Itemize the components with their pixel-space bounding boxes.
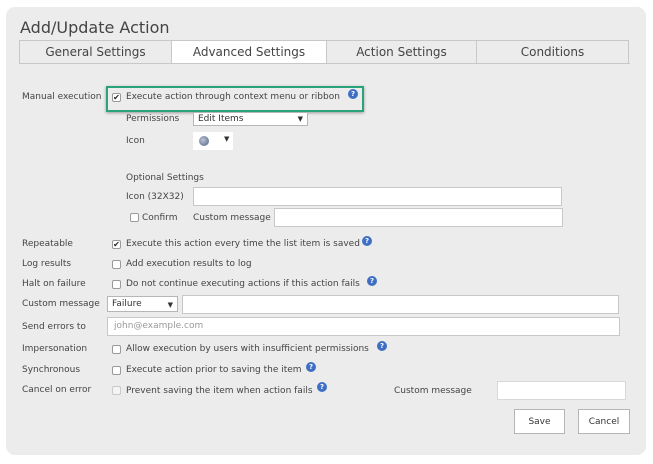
permissions-value: Edit Items <box>198 114 244 124</box>
help-icon[interactable]: ? <box>367 276 377 286</box>
manual-execution-label: Manual execution <box>22 92 102 102</box>
synchronous-text: Execute action prior to saving the item <box>126 365 302 375</box>
cancel-on-error-label: Cancel on error <box>22 385 92 395</box>
cancel-on-error-custom-message-label: Custom message <box>394 386 472 396</box>
icon-picker[interactable]: ▼ <box>193 132 233 150</box>
help-icon[interactable]: ? <box>348 89 358 99</box>
custom-message-input[interactable] <box>182 295 619 314</box>
impersonation-label: Impersonation <box>22 344 88 354</box>
icon32-label: Icon (32X32) <box>126 192 184 202</box>
help-icon[interactable]: ? <box>362 236 372 246</box>
log-results-checkbox[interactable] <box>112 260 121 269</box>
confirm-custom-message-input[interactable] <box>274 208 563 227</box>
permissions-select[interactable]: Edit Items ▼ <box>193 112 308 126</box>
confirm-checkbox[interactable] <box>130 213 139 222</box>
send-errors-label: Send errors to <box>22 322 86 332</box>
tab-action-settings[interactable]: Action Settings <box>326 40 477 64</box>
tab-conditions[interactable]: Conditions <box>476 40 629 64</box>
icon-label: Icon <box>126 136 145 146</box>
confirm-custom-message-label: Custom message <box>193 213 271 223</box>
help-icon[interactable]: ? <box>306 362 316 372</box>
log-results-label: Log results <box>22 259 72 269</box>
halt-on-failure-label: Halt on failure <box>22 279 86 289</box>
chevron-down-icon: ▼ <box>167 301 173 309</box>
impersonation-text: Allow execution by users with insufficie… <box>126 344 369 354</box>
cancel-on-error-text: Prevent saving the item when action fail… <box>126 386 313 396</box>
help-icon[interactable]: ? <box>317 382 327 392</box>
custom-message-type-select[interactable]: Failure ▼ <box>107 296 178 312</box>
save-button[interactable]: Save <box>514 409 565 434</box>
log-results-text: Add execution results to log <box>126 259 252 269</box>
halt-on-failure-checkbox[interactable] <box>112 280 121 289</box>
repeatable-label: Repeatable <box>22 239 73 249</box>
custom-message-label: Custom message <box>22 299 100 309</box>
chevron-down-icon: ▼ <box>297 115 303 123</box>
tab-underline <box>19 63 630 64</box>
help-icon[interactable]: ? <box>377 341 387 351</box>
custom-message-type-value: Failure <box>112 299 142 309</box>
impersonation-checkbox[interactable] <box>112 345 121 354</box>
optional-settings-title: Optional Settings <box>126 173 204 183</box>
cancel-on-error-checkbox[interactable] <box>112 386 121 395</box>
cancel-button[interactable]: Cancel <box>578 409 630 434</box>
tab-general-settings[interactable]: General Settings <box>19 40 172 64</box>
synchronous-checkbox[interactable] <box>112 366 121 375</box>
circle-icon <box>199 136 209 146</box>
halt-on-failure-text: Do not continue executing actions if thi… <box>126 279 360 289</box>
tab-bar: General Settings Advanced Settings Actio… <box>19 40 630 64</box>
icon32-input[interactable] <box>193 187 562 206</box>
tab-advanced-settings[interactable]: Advanced Settings <box>171 40 327 64</box>
manual-execution-checkbox-label: Execute action through context menu or r… <box>126 92 340 102</box>
manual-execution-checkbox[interactable]: ✔ <box>112 93 121 102</box>
repeatable-checkbox[interactable]: ✔ <box>112 240 121 249</box>
dialog-title: Add/Update Action <box>20 18 170 37</box>
cancel-on-error-custom-message-input[interactable] <box>497 381 626 400</box>
permissions-label: Permissions <box>126 114 180 124</box>
synchronous-label: Synchronous <box>22 365 81 375</box>
confirm-label: Confirm <box>142 213 178 223</box>
repeatable-text: Execute this action every time the list … <box>126 239 360 249</box>
send-errors-input[interactable]: john@example.com <box>107 317 620 336</box>
triangle-down-icon: ▼ <box>224 135 230 143</box>
